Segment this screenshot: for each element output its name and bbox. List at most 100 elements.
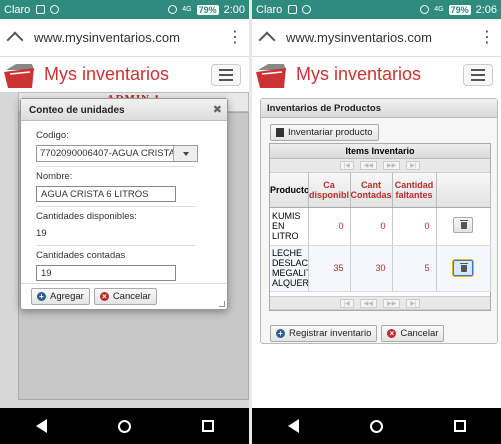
table-row[interactable]: KUMIS EN LITRO 0 0 0 bbox=[270, 207, 491, 246]
home-icon[interactable] bbox=[260, 32, 274, 44]
app-header: Mys inventarios bbox=[0, 57, 249, 92]
carrier-label: Claro bbox=[4, 3, 31, 16]
network-label: 4G bbox=[434, 6, 444, 13]
close-icon[interactable]: ✖ bbox=[213, 103, 222, 116]
status-bar: Claro 4G 79% 2:00 bbox=[0, 0, 249, 19]
producto-cell: LECHE DESLACT MEGALIT ALQUERI bbox=[270, 245, 309, 292]
page-content: ADMIN 1 Conteo de unidades ✖ Codigo: 770… bbox=[0, 92, 249, 408]
battery-indicator: 79% bbox=[448, 4, 471, 15]
back-icon[interactable] bbox=[287, 419, 299, 433]
disponibles-value: 19 bbox=[36, 228, 47, 239]
first-page-icon[interactable]: |◀ bbox=[339, 298, 354, 308]
overflow-menu-icon[interactable]: ⋮ bbox=[479, 29, 495, 45]
folder-logo-icon bbox=[2, 60, 38, 90]
home-circle-icon[interactable] bbox=[117, 419, 131, 433]
table-row[interactable]: LECHE DESLACT MEGALIT ALQUERI 35 30 5 bbox=[270, 245, 491, 292]
registrar-button[interactable]: + Registrar inventario bbox=[270, 325, 378, 342]
alarm-icon bbox=[168, 5, 178, 14]
cancelar-button[interactable]: × Cancelar bbox=[381, 325, 445, 342]
disponibles-cell: 35 bbox=[308, 245, 351, 292]
recent-apps-icon[interactable] bbox=[453, 420, 466, 432]
column-header: Cantidad faltantes bbox=[392, 173, 437, 208]
contadas-cell: 30 bbox=[350, 245, 393, 292]
alarm-icon bbox=[420, 5, 430, 14]
brand-title: Mys inventarios bbox=[44, 64, 170, 84]
next-page-icon[interactable]: ▶▶ bbox=[383, 298, 401, 308]
app-header: Mys inventarios bbox=[252, 57, 501, 92]
codigo-label: Codigo: bbox=[36, 130, 69, 141]
conteo-dialog: Conteo de unidades ✖ Codigo: 77020900064… bbox=[20, 98, 228, 310]
nombre-label: Nombre: bbox=[36, 171, 73, 182]
items-grid: Items Inventario |◀ ◀◀ ▶▶ ▶| Producto Ca… bbox=[269, 143, 491, 311]
network-label: 4G bbox=[182, 6, 192, 13]
android-nav-bar bbox=[0, 408, 249, 444]
column-header: Cant Contadas bbox=[350, 173, 393, 208]
cancel-icon: × bbox=[99, 292, 109, 301]
producto-cell: KUMIS EN LITRO bbox=[270, 207, 309, 246]
address-bar[interactable]: www.mysinventarios.com ⋮ bbox=[0, 19, 249, 57]
last-page-icon[interactable]: ▶| bbox=[406, 161, 421, 170]
items-table: Producto Ca disponibl Cant Contadas Cant… bbox=[270, 173, 491, 292]
trash-icon bbox=[460, 263, 468, 272]
table-header-row: Producto Ca disponibl Cant Contadas Cant… bbox=[270, 173, 491, 208]
address-bar[interactable]: www.mysinventarios.com ⋮ bbox=[252, 19, 501, 57]
cancelar-button[interactable]: × Cancelar bbox=[93, 288, 157, 305]
delete-button[interactable] bbox=[453, 217, 473, 233]
home-icon[interactable] bbox=[8, 32, 22, 44]
next-page-icon[interactable]: ▶▶ bbox=[383, 161, 401, 170]
book-icon bbox=[276, 128, 284, 137]
contadas-label: Cantidades contadas bbox=[36, 250, 126, 261]
contadas-cell: 0 bbox=[350, 207, 393, 246]
pager-top: |◀ ◀◀ ▶▶ ▶| bbox=[270, 159, 490, 173]
left-screen: Claro 4G 79% 2:00 www.mysinventarios.com… bbox=[0, 0, 249, 444]
disponibles-label: Cantidades disponibles: bbox=[36, 211, 137, 222]
chevron-down-icon[interactable] bbox=[173, 146, 197, 161]
first-page-icon[interactable]: |◀ bbox=[339, 161, 354, 170]
url-text[interactable]: www.mysinventarios.com bbox=[286, 30, 479, 45]
contadas-input[interactable]: 19 bbox=[36, 265, 176, 281]
codigo-select[interactable]: 7702090006407-AGUA CRISTA 6 bbox=[36, 145, 198, 162]
inventarios-panel: Inventarios de Productos Inventariar pro… bbox=[260, 98, 498, 344]
delete-button[interactable] bbox=[453, 260, 473, 276]
resize-handle[interactable] bbox=[219, 301, 225, 307]
overflow-menu-icon[interactable]: ⋮ bbox=[227, 29, 243, 45]
prev-page-icon[interactable]: ◀◀ bbox=[359, 298, 377, 308]
image-icon bbox=[36, 5, 46, 14]
recent-apps-icon[interactable] bbox=[201, 420, 214, 432]
carrier-label: Claro bbox=[256, 3, 283, 16]
codigo-value[interactable]: 7702090006407-AGUA CRISTA 6 bbox=[37, 146, 173, 161]
cancel-icon: × bbox=[387, 329, 397, 338]
plus-icon: + bbox=[37, 292, 46, 301]
nombre-input[interactable]: AGUA CRISTA 6 LITROS bbox=[36, 186, 176, 202]
faltantes-cell: 5 bbox=[392, 245, 437, 292]
clock: 2:00 bbox=[223, 3, 245, 16]
wifi-icon bbox=[50, 5, 60, 14]
url-text[interactable]: www.mysinventarios.com bbox=[34, 30, 227, 45]
back-icon[interactable] bbox=[35, 419, 47, 433]
right-screen: Claro 4G 79% 2:06 www.mysinventarios.com… bbox=[252, 0, 501, 444]
usb-icon bbox=[288, 5, 298, 14]
hamburger-menu-button[interactable] bbox=[211, 63, 241, 86]
wifi-icon bbox=[302, 5, 312, 14]
column-header: Producto bbox=[270, 173, 309, 208]
android-nav-bar bbox=[252, 408, 501, 444]
last-page-icon[interactable]: ▶| bbox=[406, 298, 421, 308]
status-bar: Claro 4G 79% 2:06 bbox=[252, 0, 501, 19]
battery-indicator: 79% bbox=[196, 4, 219, 15]
prev-page-icon[interactable]: ◀◀ bbox=[359, 161, 377, 170]
clock: 2:06 bbox=[475, 3, 497, 16]
pager-bottom: |◀ ◀◀ ▶▶ ▶| bbox=[270, 296, 490, 310]
page-content: Inventarios de Productos Inventariar pro… bbox=[252, 92, 501, 408]
brand-title: Mys inventarios bbox=[296, 64, 422, 84]
inventariar-button[interactable]: Inventariar producto bbox=[270, 124, 379, 141]
dialog-title: Conteo de unidades bbox=[29, 105, 125, 116]
hamburger-menu-button[interactable] bbox=[463, 63, 493, 86]
faltantes-cell: 0 bbox=[392, 207, 437, 246]
agregar-button[interactable]: + Agregar bbox=[31, 288, 90, 305]
trash-icon bbox=[460, 220, 468, 229]
home-circle-icon[interactable] bbox=[369, 419, 383, 433]
disponibles-cell: 0 bbox=[308, 207, 351, 246]
column-header: Ca disponibl bbox=[308, 173, 351, 208]
items-title: Items Inventario bbox=[270, 144, 490, 159]
panel-title: Inventarios de Productos bbox=[261, 99, 497, 118]
